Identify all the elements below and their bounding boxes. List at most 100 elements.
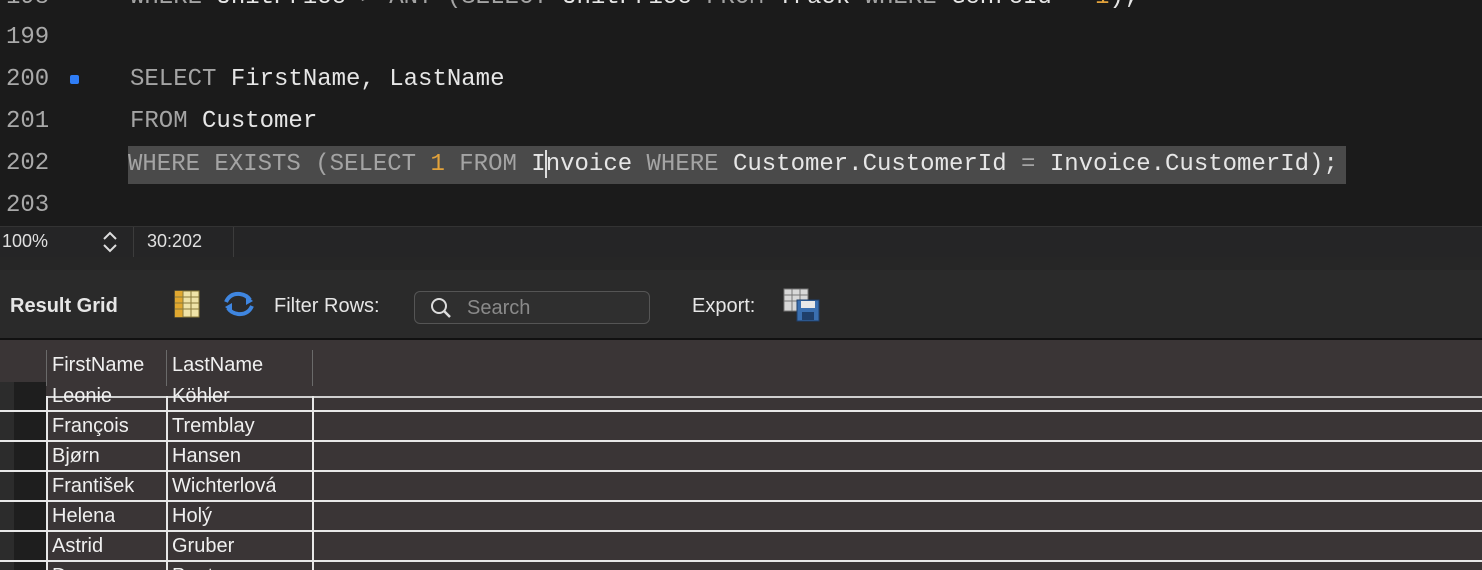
table-row[interactable]: Helena Holý bbox=[0, 502, 1482, 532]
code-line[interactable]: 201 FROM Customer bbox=[0, 102, 1482, 144]
sql-keyword: FROM bbox=[459, 151, 532, 178]
code-line[interactable]: 203 bbox=[0, 186, 1482, 226]
cell-lastname[interactable]: Köhler bbox=[172, 382, 230, 410]
sql-keyword: = bbox=[1066, 0, 1095, 11]
row-selector[interactable] bbox=[14, 502, 46, 530]
sql-identifier: GenreId bbox=[951, 0, 1066, 11]
code-text: WHERE UnitPrice > ANY (SELECT UnitPrice … bbox=[130, 0, 1138, 11]
sql-editor[interactable]: 198WHERE UnitPrice > ANY (SELECT UnitPri… bbox=[0, 0, 1482, 226]
sql-keyword: SELECT bbox=[461, 0, 562, 11]
row-gutter bbox=[0, 382, 14, 410]
column-header-lastname[interactable]: LastName bbox=[172, 354, 263, 377]
sql-keyword: > ANY ( bbox=[360, 0, 461, 11]
table-row[interactable]: Astrid Gruber bbox=[0, 532, 1482, 562]
row-selector[interactable] bbox=[14, 442, 46, 470]
sql-number: 1 bbox=[1095, 0, 1109, 11]
sql-identifier: Customer bbox=[202, 108, 318, 135]
cell-lastname[interactable]: Wichterlová bbox=[172, 472, 276, 500]
cell-lastname[interactable]: Hansen bbox=[172, 442, 241, 470]
execution-marker-icon bbox=[70, 75, 79, 84]
sql-keyword: WHERE bbox=[646, 151, 733, 178]
cell-firstname[interactable]: François bbox=[52, 412, 129, 440]
editor-status-bar: 100% 30:202 bbox=[0, 226, 1482, 257]
code-line[interactable]: 200 SELECT FirstName, LastName bbox=[0, 60, 1482, 102]
sql-identifier: UnitPrice bbox=[216, 0, 360, 11]
column-header-firstname[interactable]: FirstName bbox=[52, 354, 144, 377]
column-divider bbox=[166, 350, 167, 386]
cell-firstname[interactable]: Helena bbox=[52, 502, 115, 530]
code-line[interactable]: 202 WHERE EXISTS (SELECT 1 FROM Invoice W… bbox=[0, 144, 1482, 186]
grid-column-line bbox=[166, 396, 168, 570]
cell-lastname[interactable]: Gruber bbox=[172, 532, 234, 560]
sql-identifier: UnitPrice bbox=[562, 0, 706, 11]
sql-keyword: SELECT bbox=[130, 66, 231, 93]
row-selector[interactable] bbox=[14, 382, 46, 410]
table-row[interactable]: Daan Peeters bbox=[0, 562, 1482, 570]
zoom-level: 100% bbox=[2, 231, 49, 251]
row-gutter bbox=[0, 562, 14, 570]
line-number: 203 bbox=[6, 192, 50, 219]
result-grid[interactable]: FirstName LastName Leonie Köhler François T… bbox=[0, 340, 1482, 570]
row-selector[interactable] bbox=[14, 562, 46, 570]
sql-identifier: ); bbox=[1109, 0, 1138, 11]
refresh-icon[interactable] bbox=[222, 290, 256, 324]
status-divider bbox=[233, 227, 234, 257]
cell-lastname[interactable]: Tremblay bbox=[172, 412, 255, 440]
column-divider bbox=[46, 350, 47, 386]
code-text: SELECT FirstName, LastName bbox=[130, 66, 504, 93]
result-grid-view-icon[interactable] bbox=[174, 290, 200, 324]
zoom-stepper-icon[interactable] bbox=[100, 230, 120, 254]
row-gutter bbox=[0, 442, 14, 470]
code-text: WHERE EXISTS (SELECT 1 FROM Invoice WHER… bbox=[128, 146, 1346, 184]
row-selector[interactable] bbox=[14, 412, 46, 440]
table-row[interactable]: François Tremblay bbox=[0, 412, 1482, 442]
cursor-position: 30:202 bbox=[147, 231, 203, 251]
search-input[interactable] bbox=[465, 294, 644, 322]
sql-identifier: Track bbox=[778, 0, 864, 11]
table-row[interactable]: Bjørn Hansen bbox=[0, 442, 1482, 472]
column-divider bbox=[312, 350, 313, 386]
export-icon[interactable] bbox=[783, 288, 821, 328]
line-number: 200 bbox=[6, 66, 50, 93]
row-gutter bbox=[0, 412, 14, 440]
row-selector[interactable] bbox=[14, 472, 46, 500]
export-label: Export: bbox=[692, 295, 756, 317]
sql-keyword: SELECT bbox=[329, 151, 431, 178]
code-line[interactable]: 199 bbox=[0, 18, 1482, 60]
sql-keyword: = bbox=[1021, 151, 1050, 178]
table-row[interactable]: František Wichterlová bbox=[0, 472, 1482, 502]
table-row[interactable]: Leonie Köhler bbox=[0, 382, 1482, 412]
cell-lastname[interactable]: Peeters bbox=[172, 562, 241, 570]
sql-identifier: Customer.CustomerId bbox=[732, 151, 1021, 178]
cell-firstname[interactable]: Daan bbox=[52, 562, 100, 570]
row-gutter bbox=[0, 502, 14, 530]
row-gutter bbox=[0, 532, 14, 560]
sql-keyword: WHERE bbox=[130, 0, 216, 11]
status-divider bbox=[133, 227, 134, 257]
filter-rows-label: Filter Rows: bbox=[274, 295, 380, 317]
sql-number: 1 bbox=[430, 151, 460, 178]
code-text: FROM Customer bbox=[130, 108, 317, 135]
line-number: 201 bbox=[6, 108, 50, 135]
row-selector[interactable] bbox=[14, 532, 46, 560]
row-gutter bbox=[0, 472, 14, 500]
line-number: 198 bbox=[6, 0, 49, 11]
cell-firstname[interactable]: Astrid bbox=[52, 532, 103, 560]
search-icon bbox=[429, 296, 453, 326]
sql-identifier: FirstName, LastName bbox=[230, 66, 505, 93]
panel-splitter[interactable] bbox=[0, 257, 1482, 270]
sql-identifier: nvoice bbox=[545, 151, 647, 178]
grid-column-line bbox=[312, 396, 314, 570]
sql-identifier: I bbox=[531, 151, 546, 178]
code-line[interactable]: 198 WHERE UnitPrice > ANY (SELECT UnitPri… bbox=[0, 0, 1482, 20]
cell-lastname[interactable]: Holý bbox=[172, 502, 212, 530]
cell-firstname[interactable]: Leonie bbox=[52, 382, 112, 410]
sql-keyword: WHERE EXISTS ( bbox=[128, 151, 330, 178]
cell-firstname[interactable]: Bjørn bbox=[52, 442, 100, 470]
cell-firstname[interactable]: František bbox=[52, 472, 134, 500]
sql-keyword: WHERE bbox=[865, 0, 951, 11]
sql-keyword: FROM bbox=[706, 0, 778, 11]
filter-search-box[interactable] bbox=[414, 291, 650, 324]
grid-column-line bbox=[46, 396, 48, 570]
line-number: 202 bbox=[6, 150, 50, 177]
